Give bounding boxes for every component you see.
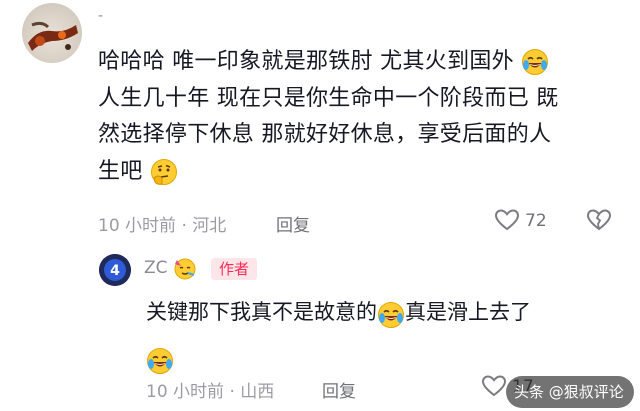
comment-meta: 10 小时前 · 河北 bbox=[98, 211, 226, 236]
heart-icon bbox=[481, 375, 507, 397]
crying-laughing-emoji-icon bbox=[146, 345, 174, 374]
crying-laughing-emoji-icon bbox=[377, 299, 405, 328]
reply-author-avatar[interactable]: 4 bbox=[99, 254, 131, 286]
reply-line-text: 关键那下我真不是故意的 bbox=[146, 300, 377, 324]
like-count: 72 bbox=[525, 211, 547, 231]
broken-heart-icon bbox=[586, 209, 612, 231]
meta-separator: · bbox=[181, 216, 187, 236]
comment-text: 哈哈哈 唯一印象就是那铁肘 尤其火到国外 人生几十年 现在只是你生命中一个阶段而… bbox=[98, 44, 593, 190]
reply-text: 关键那下我真不是故意的 真是滑上去了 bbox=[146, 289, 616, 381]
avatar-image bbox=[28, 21, 78, 51]
reply-location: 山西 bbox=[240, 382, 275, 402]
reply-meta: 10 小时前 · 山西 bbox=[146, 377, 274, 402]
avatar-image: 4 bbox=[99, 254, 131, 286]
like-button[interactable] bbox=[494, 207, 520, 237]
dislike-button[interactable] bbox=[586, 207, 612, 237]
crying-laughing-emoji-icon bbox=[521, 48, 549, 76]
comment-location: 河北 bbox=[192, 216, 227, 236]
reply-button[interactable]: 回复 bbox=[322, 377, 356, 402]
comment-time: 10 小时前 bbox=[98, 216, 177, 236]
comment-line-text: 生吧 bbox=[98, 158, 143, 184]
watermark-account: @狠叔评论 bbox=[548, 383, 624, 401]
svg-text:4: 4 bbox=[110, 263, 120, 279]
thinking-emoji-icon bbox=[150, 158, 178, 186]
watermark-source: 头条 bbox=[514, 383, 545, 401]
heart-icon bbox=[494, 209, 520, 231]
toutiao-watermark: 头条 @狠叔评论 bbox=[506, 376, 634, 408]
reply-author-name[interactable]: ZC bbox=[144, 258, 168, 278]
reply-like-button[interactable] bbox=[481, 373, 507, 403]
comment-line-text: 哈哈哈 唯一印象就是那铁肘 尤其火到国外 bbox=[98, 49, 514, 74]
comment-line: 哈哈哈 唯一印象就是那铁肘 尤其火到国外 bbox=[98, 44, 593, 81]
reply-line: 关键那下我真不是故意的 真是滑上去了 bbox=[146, 289, 616, 335]
reply-line-text: 真是滑上去了 bbox=[405, 300, 531, 324]
commenter-avatar[interactable] bbox=[22, 3, 82, 63]
comment-line: 人生几十年 现在只是你生命中一个阶段而已 既 bbox=[98, 85, 559, 111]
reply-line bbox=[146, 335, 616, 381]
comment-line: 然选择停下休息 那就好好休息，享受后面的人 bbox=[98, 122, 552, 147]
meta-separator: · bbox=[229, 382, 235, 402]
reply-time: 10 小时前 bbox=[146, 382, 225, 402]
author-badge: 作者 bbox=[211, 258, 257, 280]
comment-line: 生吧 bbox=[98, 154, 593, 191]
party-face-emoji-icon bbox=[173, 256, 197, 284]
commenter-username[interactable]: - bbox=[98, 8, 104, 24]
reply-button[interactable]: 回复 bbox=[276, 211, 310, 236]
